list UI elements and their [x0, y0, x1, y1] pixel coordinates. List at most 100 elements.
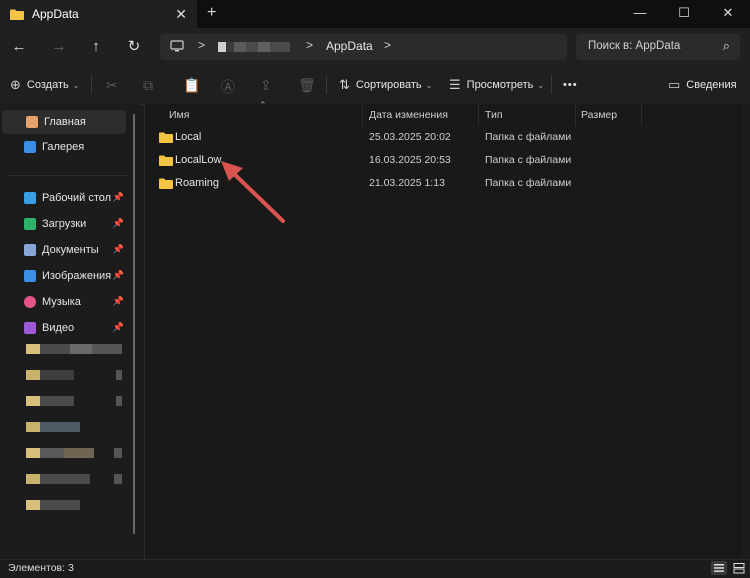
toolbar-divider — [551, 76, 552, 94]
sidebar-item-desktop[interactable]: Рабочий стол 📌 — [0, 186, 128, 210]
sidebar-item-pictures[interactable]: Изображения 📌 — [0, 264, 128, 288]
pin-icon: 📌 — [112, 270, 124, 280]
details-pane-icon: ▭ — [668, 77, 681, 92]
sidebar-item-gallery[interactable]: Галерея — [0, 135, 128, 159]
file-type: Папка с файлами — [485, 177, 572, 189]
rename-icon[interactable]: Ⓐ — [221, 77, 235, 97]
downloads-icon — [24, 218, 36, 230]
details-view-icon — [714, 564, 724, 572]
minimize-button[interactable]: — — [618, 0, 662, 28]
sidebar-item-downloads[interactable]: Загрузки 📌 — [0, 212, 128, 236]
back-button[interactable]: ← — [9, 37, 29, 57]
plus-circle-icon: ⊕ — [10, 77, 21, 92]
tab-close-icon[interactable]: ✕ — [175, 6, 187, 23]
redacted-sidebar-items — [26, 344, 126, 514]
view-label: Просмотреть — [466, 79, 534, 91]
view-button[interactable]: ☰ Просмотреть ⌄ — [449, 66, 544, 104]
sidebar-item-label: Музыка — [42, 296, 81, 308]
tab-appdata[interactable]: AppData ✕ — [0, 0, 197, 28]
pin-icon: 📌 — [112, 192, 124, 202]
details-pane-button[interactable]: ▭ Сведения — [668, 66, 737, 104]
pin-icon: 📌 — [112, 218, 124, 228]
this-pc-icon — [170, 40, 184, 52]
breadcrumb-separator: > — [384, 38, 392, 52]
cut-icon[interactable]: ✂ — [106, 77, 118, 94]
view-icon: ☰ — [449, 77, 461, 92]
search-box[interactable]: Поиск в: AppData ⌕ — [576, 34, 740, 60]
sidebar-item-documents[interactable]: Документы 📌 — [0, 238, 128, 262]
sidebar-item-label: Галерея — [42, 141, 85, 153]
toolbar-divider — [91, 76, 92, 94]
search-input[interactable]: Поиск в: AppData — [588, 40, 680, 52]
home-icon — [26, 116, 38, 128]
file-type: Папка с файлами — [485, 131, 572, 143]
sort-button[interactable]: ⇅ Сортировать ⌄ — [339, 66, 432, 104]
create-button[interactable]: ⊕ Создать ⌄ — [10, 66, 79, 104]
column-header-date[interactable]: Дата изменения — [369, 104, 448, 126]
sidebar-item-label: Главная — [44, 116, 86, 128]
tab-title: AppData — [32, 7, 79, 21]
folder-icon — [10, 9, 24, 20]
chevron-down-icon: ⌄ — [72, 80, 80, 90]
paste-icon[interactable]: 📋 — [183, 77, 200, 94]
new-tab-button[interactable]: + — [207, 4, 216, 22]
column-header-type[interactable]: Тип — [485, 104, 503, 126]
sort-icon: ⇅ — [339, 77, 350, 92]
sidebar-item-label: Документы — [42, 244, 99, 256]
refresh-button[interactable]: ↻ — [124, 37, 144, 57]
file-date: 25.03.2025 20:02 — [369, 131, 451, 143]
navigation-pane: Главная Галерея Рабочий стол 📌 Загрузки … — [0, 104, 140, 559]
column-divider[interactable] — [478, 104, 479, 126]
file-name: Roaming — [175, 177, 220, 189]
sidebar-item-home[interactable]: Главная — [2, 110, 126, 134]
breadcrumb-appdata[interactable]: AppData — [326, 39, 373, 53]
item-count: Элементов: 3 — [8, 562, 74, 574]
documents-icon — [24, 244, 36, 256]
share-icon[interactable]: ⇪ — [260, 77, 272, 94]
create-label: Создать — [26, 79, 69, 91]
sort-indicator-icon: ⌃ — [259, 100, 267, 110]
sidebar-scrollbar[interactable] — [133, 114, 135, 534]
address-bar[interactable]: > > AppData > — [160, 34, 567, 60]
more-options-button[interactable]: ••• — [563, 66, 578, 104]
breadcrumb-separator: > — [306, 38, 314, 52]
close-window-button[interactable]: ✕ — [706, 0, 750, 28]
sort-label: Сортировать — [355, 79, 422, 91]
maximize-button[interactable]: ☐ — [662, 0, 706, 28]
column-header-size[interactable]: Размер — [581, 104, 617, 126]
delete-icon[interactable]: 🗑 — [298, 77, 316, 94]
copy-icon[interactable]: ⧉ — [143, 77, 153, 94]
table-row[interactable]: Local 25.03.2025 20:02 Папка с файлами — [145, 127, 585, 149]
folder-icon — [159, 132, 173, 143]
tiles-view-button[interactable] — [731, 561, 747, 575]
file-date: 16.03.2025 20:53 — [369, 154, 451, 166]
column-divider[interactable] — [641, 104, 642, 126]
content-scrollbar[interactable] — [742, 104, 750, 559]
column-divider[interactable] — [362, 104, 363, 126]
file-date: 21.03.2025 1:13 — [369, 177, 445, 189]
up-button[interactable]: ↑ — [86, 37, 106, 57]
pin-icon: 📌 — [112, 244, 124, 254]
folder-icon — [159, 155, 173, 166]
folder-icon — [159, 178, 173, 189]
videos-icon — [24, 322, 36, 334]
desktop-icon — [24, 192, 36, 204]
sidebar-item-label: Видео — [42, 322, 75, 334]
pin-icon: 📌 — [112, 322, 124, 332]
table-row[interactable]: LocalLow 16.03.2025 20:53 Папка с файлам… — [145, 150, 585, 172]
column-header-name[interactable]: Имя — [169, 104, 189, 126]
sidebar-divider — [8, 175, 128, 176]
sidebar-item-music[interactable]: Музыка 📌 — [0, 290, 128, 314]
pin-icon: 📌 — [112, 296, 124, 306]
sidebar-item-label: Рабочий стол — [42, 192, 112, 204]
details-label: Сведения — [686, 79, 737, 91]
table-row[interactable]: Roaming 21.03.2025 1:13 Папка с файлами — [145, 173, 585, 195]
breadcrumb-separator: > — [198, 38, 206, 52]
details-view-button[interactable] — [711, 561, 727, 575]
sidebar-item-videos[interactable]: Видео 📌 — [0, 316, 128, 340]
forward-button[interactable]: → — [49, 37, 69, 57]
status-bar: Элементов: 3 — [0, 559, 750, 577]
sidebar-item-label: Изображения — [42, 270, 112, 282]
file-list: ⌃ Имя Дата изменения Тип Размер Local 25… — [144, 100, 750, 559]
column-divider[interactable] — [575, 104, 576, 126]
